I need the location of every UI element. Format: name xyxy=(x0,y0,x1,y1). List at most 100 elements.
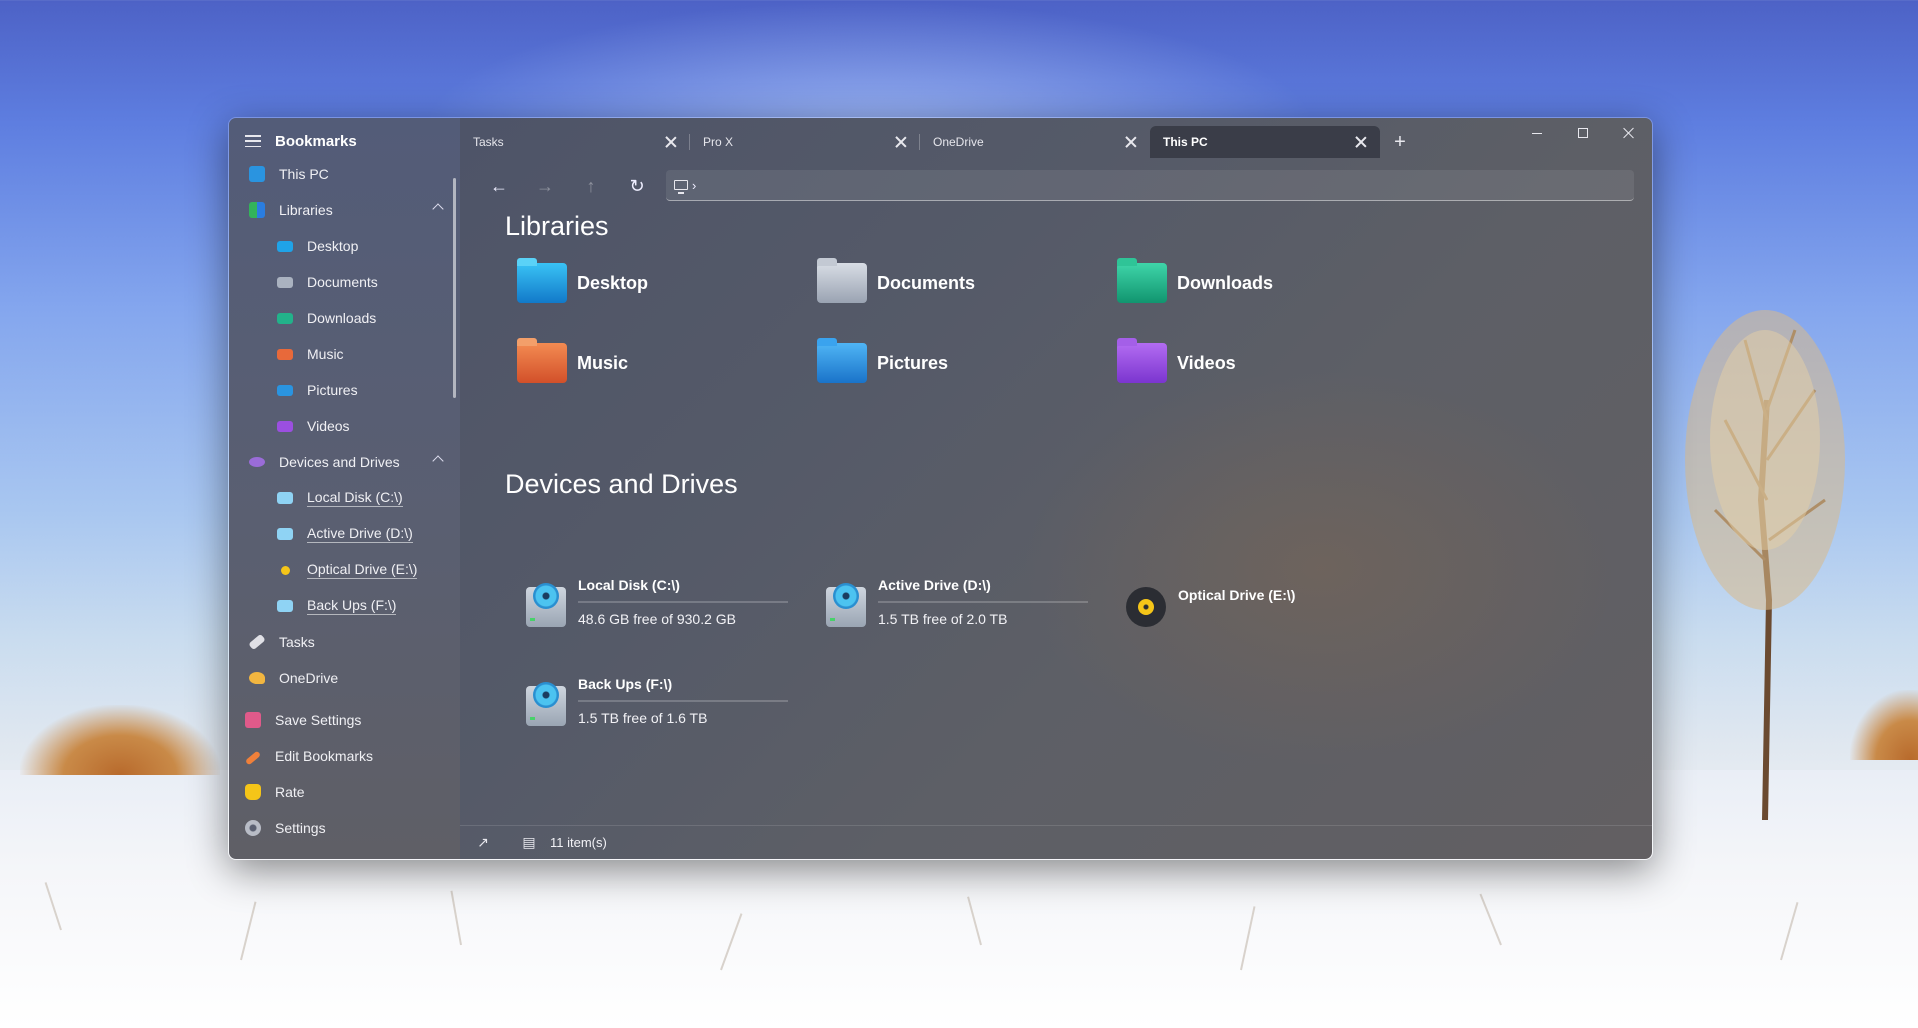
library-item-pictures[interactable]: Pictures xyxy=(817,338,1097,388)
clipboard-icon[interactable]: ▤ xyxy=(520,834,538,852)
hard-drive-icon xyxy=(526,682,566,726)
app-window: Bookmarks This PC Libraries Desktop Docu… xyxy=(228,117,1653,860)
sidebar-item-tasks[interactable]: Tasks xyxy=(229,624,460,660)
sidebar-item-desktop[interactable]: Desktop xyxy=(229,228,460,264)
optical-disc-icon xyxy=(1126,587,1166,627)
item-count: 11 item(s) xyxy=(550,835,607,850)
pencil-icon xyxy=(244,750,262,766)
sidebar-item-videos[interactable]: Videos xyxy=(229,408,460,444)
drive-usage-bar xyxy=(878,601,1088,603)
navigation-bar: ← → ↑ ↻ › xyxy=(460,158,1652,214)
forward-button[interactable]: → xyxy=(528,169,562,203)
sidebar-item-documents[interactable]: Documents xyxy=(229,264,460,300)
sidebar-item-devices-and-drives[interactable]: Devices and Drives xyxy=(229,444,460,480)
hamburger-menu-icon[interactable] xyxy=(245,135,261,147)
sidebar-item-this-pc[interactable]: This PC xyxy=(229,156,460,192)
sidebar-item-local-disk-c[interactable]: Local Disk (C:\) xyxy=(229,480,460,516)
status-bar: ↗ ▤ 11 item(s) xyxy=(460,825,1652,859)
library-item-desktop[interactable]: Desktop xyxy=(517,258,797,308)
main-pane: Tasks Pro X OneDrive This PC + ← → ↑ ↻ ›… xyxy=(460,118,1652,859)
downloads-folder-icon xyxy=(1117,258,1167,303)
sidebar-item-back-ups-f[interactable]: Back Ups (F:\) xyxy=(229,588,460,624)
desktop-folder-icon xyxy=(277,240,293,252)
sidebar-item-optical-drive-e[interactable]: Optical Drive (E:\) xyxy=(229,552,460,588)
music-folder-icon xyxy=(277,348,293,360)
library-item-videos[interactable]: Videos xyxy=(1117,338,1397,388)
close-tab-icon[interactable] xyxy=(1354,135,1368,149)
library-item-downloads[interactable]: Downloads xyxy=(1117,258,1397,308)
tab-this-pc[interactable]: This PC xyxy=(1150,126,1380,158)
edit-bookmarks-button[interactable]: Edit Bookmarks xyxy=(229,738,460,774)
optical-disc-icon xyxy=(281,565,290,575)
sidebar-title: Bookmarks xyxy=(275,132,357,150)
sidebar-item-active-drive-d[interactable]: Active Drive (D:\) xyxy=(229,516,460,552)
address-bar[interactable]: › xyxy=(666,170,1634,201)
tab-bar: Tasks Pro X OneDrive This PC + xyxy=(460,118,1652,158)
minimize-button[interactable] xyxy=(1514,118,1560,148)
hard-drive-icon xyxy=(826,583,866,627)
maximize-button[interactable] xyxy=(1560,118,1606,148)
close-window-button[interactable] xyxy=(1606,118,1652,148)
drive-local-disk-c[interactable]: Local Disk (C:\) 48.6 GB free of 930.2 G… xyxy=(518,569,798,645)
tree-right xyxy=(1685,310,1845,820)
computer-icon xyxy=(249,166,265,182)
back-button[interactable]: ← xyxy=(482,169,516,203)
close-tab-icon[interactable] xyxy=(1124,135,1138,149)
devices-icon xyxy=(249,457,265,467)
pictures-folder-icon xyxy=(817,338,867,383)
new-tab-button[interactable]: + xyxy=(1380,126,1420,158)
save-icon xyxy=(245,712,261,728)
chevron-up-icon[interactable] xyxy=(432,203,444,215)
close-icon xyxy=(1623,127,1635,139)
gear-icon xyxy=(245,820,261,836)
close-tab-icon[interactable] xyxy=(894,135,908,149)
sidebar-item-music[interactable]: Music xyxy=(229,336,460,372)
drive-icon xyxy=(277,528,293,540)
sidebar-item-libraries[interactable]: Libraries xyxy=(229,192,460,228)
drive-usage-bar xyxy=(578,700,788,702)
treeline-left xyxy=(20,705,220,775)
rate-button[interactable]: Rate xyxy=(229,774,460,810)
up-button[interactable]: ↑ xyxy=(574,169,608,203)
save-settings-button[interactable]: Save Settings xyxy=(229,702,460,738)
key-icon xyxy=(249,672,265,684)
desktop-folder-icon xyxy=(517,258,567,303)
tab-pro-x[interactable]: Pro X xyxy=(689,126,920,158)
library-item-documents[interactable]: Documents xyxy=(817,258,1097,308)
devices-and-drives-heading: Devices and Drives xyxy=(505,469,738,499)
libraries-heading: Libraries xyxy=(505,211,609,241)
sidebar-header: Bookmarks xyxy=(229,126,460,156)
library-item-music[interactable]: Music xyxy=(517,338,797,388)
drive-icon xyxy=(277,600,293,612)
drive-back-ups-f[interactable]: Back Ups (F:\) 1.5 TB free of 1.6 TB xyxy=(518,668,798,744)
downloads-folder-icon xyxy=(277,312,293,324)
sidebar-item-pictures[interactable]: Pictures xyxy=(229,372,460,408)
tab-tasks[interactable]: Tasks xyxy=(460,126,690,158)
background-tint xyxy=(1020,368,1620,768)
minimize-icon xyxy=(1532,132,1542,134)
computer-icon xyxy=(674,180,688,194)
open-external-icon[interactable]: ↗ xyxy=(474,834,492,852)
chevron-up-icon[interactable] xyxy=(432,455,444,467)
videos-folder-icon xyxy=(1117,338,1167,383)
documents-folder-icon xyxy=(277,276,293,288)
tab-onedrive[interactable]: OneDrive xyxy=(919,126,1150,158)
documents-folder-icon xyxy=(817,258,867,303)
videos-folder-icon xyxy=(277,420,293,432)
drive-optical-drive-e[interactable]: Optical Drive (E:\) xyxy=(1118,569,1398,645)
drive-usage-bar xyxy=(578,601,788,603)
sidebar-item-downloads[interactable]: Downloads xyxy=(229,300,460,336)
breadcrumb-separator[interactable]: › xyxy=(692,178,696,193)
hard-drive-icon xyxy=(526,583,566,627)
sidebar: Bookmarks This PC Libraries Desktop Docu… xyxy=(229,118,460,859)
drive-active-drive-d[interactable]: Active Drive (D:\) 1.5 TB free of 2.0 TB xyxy=(818,569,1098,645)
drive-icon xyxy=(277,492,293,504)
refresh-button[interactable]: ↻ xyxy=(620,169,654,203)
pin-icon xyxy=(248,633,266,651)
refresh-icon: ↻ xyxy=(629,175,645,196)
arrow-left-icon: ← xyxy=(490,175,508,196)
maximize-icon xyxy=(1578,128,1588,138)
settings-button[interactable]: Settings xyxy=(229,810,460,846)
sidebar-item-onedrive[interactable]: OneDrive xyxy=(229,660,460,696)
close-tab-icon[interactable] xyxy=(664,135,678,149)
